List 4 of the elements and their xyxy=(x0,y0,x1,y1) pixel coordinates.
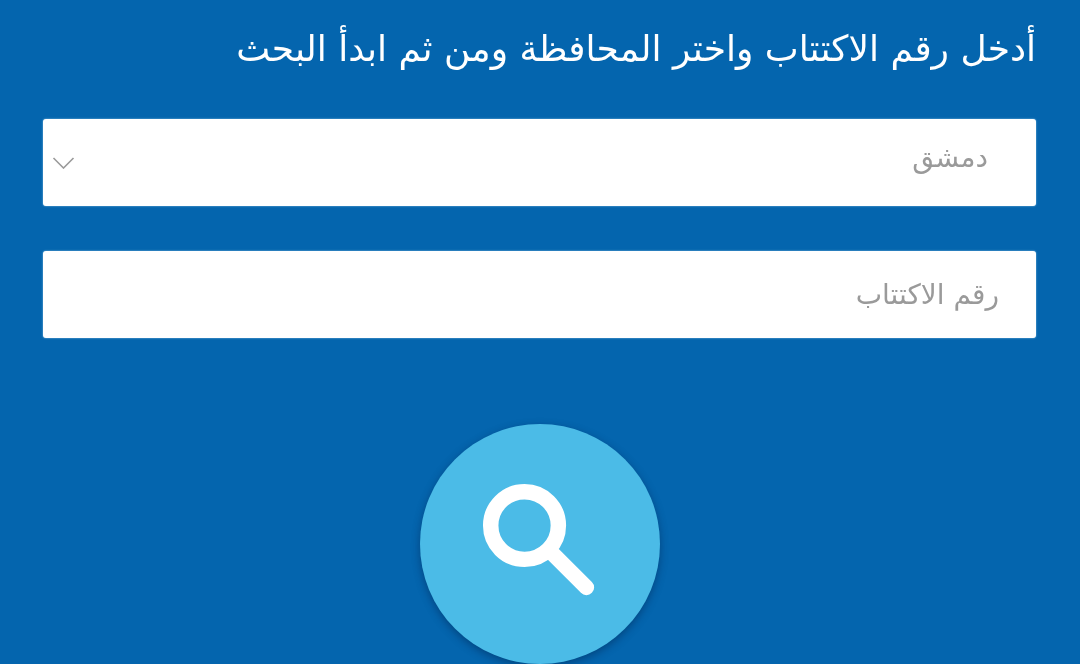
chevron-down-icon xyxy=(52,156,75,169)
subscription-number-field[interactable]: رقم الاكتتاب xyxy=(43,251,1036,338)
governorate-dropdown[interactable]: دمشق xyxy=(43,119,1036,206)
instructions-text: أدخل رقم الاكتتاب واختر المحافظة ومن ثم ابدأ البحث xyxy=(236,26,1036,72)
